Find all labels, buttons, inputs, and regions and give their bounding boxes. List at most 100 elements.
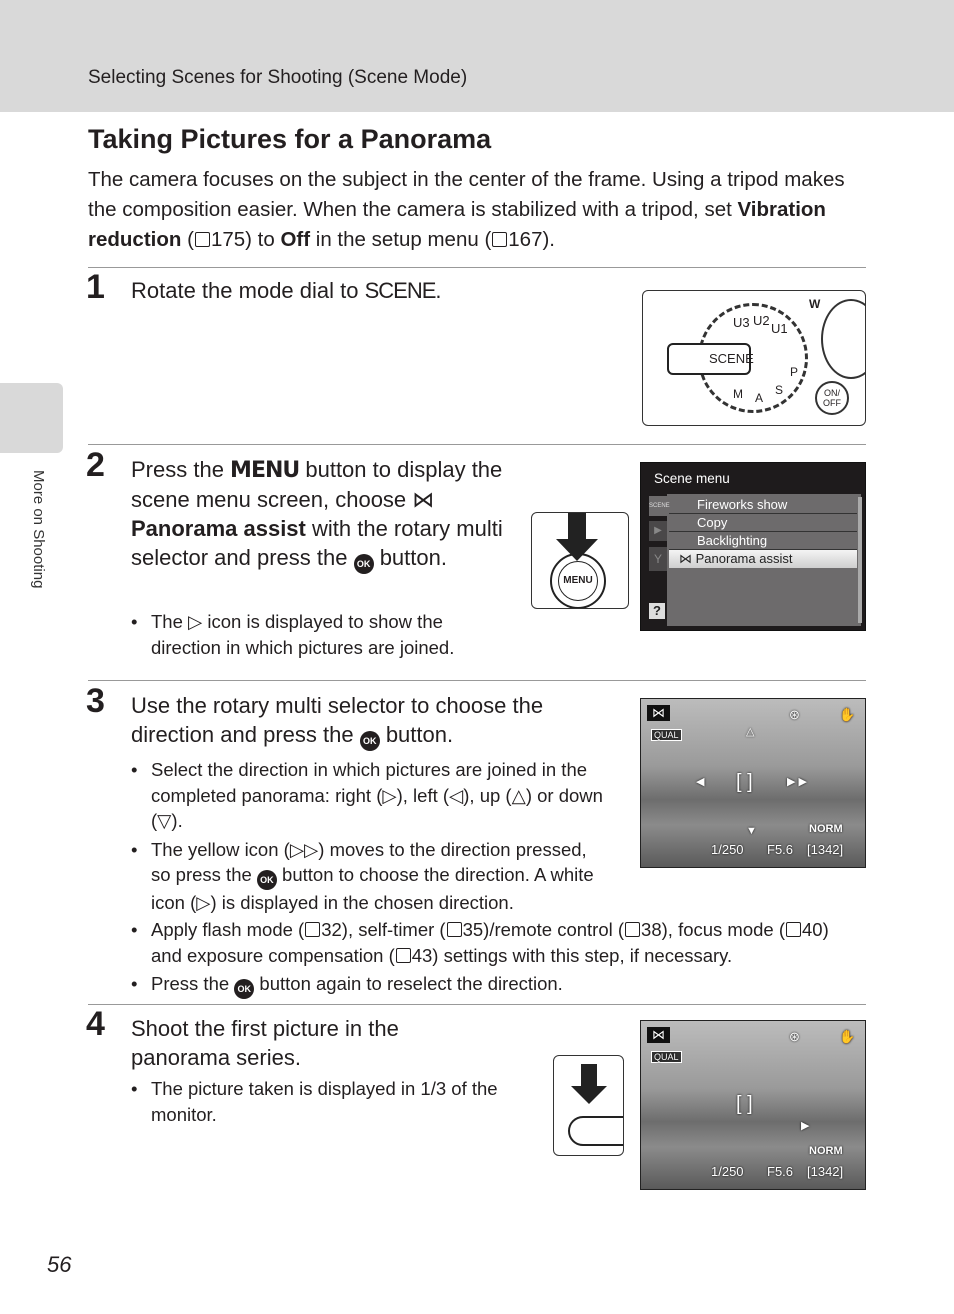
ref-icon [625,922,641,937]
chapter-label: More on Shooting [30,470,47,589]
image-mode-label: NORM [809,1145,843,1157]
menu-item-label: Backlighting [697,533,768,548]
divider [88,1004,866,1005]
bold-term: Off [280,228,311,251]
tri-icon: ▷ [382,784,397,806]
scene-tab-icon[interactable]: SCENE [649,496,670,516]
step-number: 1 [86,268,105,306]
section-title: Selecting Scenes for Shooting (Scene Mod… [88,67,468,88]
setup-tab-icon[interactable]: Y [649,547,667,571]
text: The camera focuses on the subject in the… [88,168,845,221]
mode-dial-illustration: SCENE U3 U2 U1 P S A M W ON/ OFF [642,290,866,426]
text: The [151,611,189,632]
step-number: 2 [86,446,105,484]
step-text: Rotate the mode dial to SCENE. [131,276,442,305]
dial-label: W [809,297,821,311]
chapter-tab [0,383,63,453]
dial-label: U2 [753,313,770,328]
bold-term: Panorama assist [131,516,306,541]
text: button again to reselect the direction. [254,973,563,994]
exposures-remaining: [1342] [807,842,844,857]
ok-icon: OK [353,554,374,574]
dial-label: A [755,391,764,405]
vibration-reduction-icon: ✋ [839,707,856,722]
text: Rotate the mode dial to [131,278,365,303]
ref-icon [492,232,508,247]
arrow-right-icon: ▶ [801,1120,810,1132]
text: ) is displayed in the chosen direction. [210,892,514,913]
tri-icon: △ [511,784,526,806]
text: Shoot the first picture in the panorama … [131,1016,399,1070]
image-quality-icon: QUAL [651,729,682,741]
scene-icon: SCENE [364,278,437,303]
scene-menu-screen: Scene menu SCENE ▶ Y ? Fireworks show Co… [640,462,866,631]
text: 35)/remote control ( [462,919,625,940]
tri-icon: ▷ [196,892,211,913]
step-number: 4 [86,1005,105,1043]
text: 167). [508,228,555,251]
text: ( [181,228,194,251]
menu-item-label: Panorama assist [695,551,793,566]
shutter-speed: 1/250 [711,842,744,857]
running-header: Selecting Scenes for Shooting (Scene Mod… [0,0,954,112]
text: The yellow icon ( [151,838,290,860]
panorama-mode-icon: ⋈ [647,705,670,721]
arrow-down-icon [568,513,586,541]
bullet-item: Apply flash mode (32), self-timer (35)/r… [131,917,831,968]
scene-menu-title: Scene menu [654,471,730,486]
text: button. [373,545,447,570]
text: 175) to [210,228,281,251]
menu-item-fireworks[interactable]: Fireworks show [669,496,857,514]
menu-item-backlighting[interactable]: Backlighting [669,532,857,550]
arrow-left-icon: ◀ [696,776,705,788]
shutter-speed: 1/250 [711,1164,744,1179]
menu-item-copy[interactable]: Copy [669,514,857,532]
bullet-item: The ▷ icon is displayed to show the dire… [131,609,481,660]
pano-icon: ⋈ [412,487,435,512]
text: Use the rotary multi selector to choose … [131,693,544,747]
text: Press the [151,973,235,994]
dial-label: M [733,387,743,401]
ref-icon [395,947,411,963]
panorama-icon: ⋈ [679,551,696,566]
dial-label: P [790,365,799,379]
text: . [435,278,442,303]
focus-brackets: [ ] [736,771,753,793]
step-bullets: Select the direction in which pictures a… [131,757,611,919]
step-bullets: The picture taken is displayed in 1/3 of… [131,1076,521,1130]
text: The picture taken is displayed in 1/3 of… [151,1078,498,1125]
step-number: 3 [86,682,105,720]
step-text: Press the MENU button to display the sce… [131,455,511,574]
arrow-down-icon [581,1064,597,1086]
help-icon[interactable]: ? [649,603,665,619]
flash-icon: ⊛ [789,707,800,722]
arrow-down-icon: ▼ [746,825,757,837]
playback-tab-icon[interactable]: ▶ [649,521,667,541]
ref-icon [194,232,210,247]
intro-paragraph: The camera focuses on the subject in the… [88,165,868,255]
ref-icon [305,922,321,937]
menu-item-label: Fireworks show [697,497,788,512]
step-text: Shoot the first picture in the panorama … [131,1014,461,1072]
menu-button-label: MENU [558,561,598,601]
text: Press the [131,457,231,482]
ref-icon [446,922,462,937]
divider [88,267,866,268]
scrollbar[interactable] [858,497,862,623]
image-mode-label: NORM [809,823,843,835]
menu-item-label: Copy [697,515,728,530]
menu-item-panorama-assist[interactable]: ⋈ Panorama assist [669,550,857,568]
dial-label: U1 [771,321,788,336]
divider [88,680,866,681]
focus-brackets: [ ] [736,1093,753,1115]
flash-icon: ⊛ [789,1029,800,1044]
arrow-up-icon: △ [746,726,755,738]
camera-monitor-preview: ⋈ QUAL ⊛ ✋ [ ] △ ◀ ▶ ▶ ▼ NORM 1/250 F5.6 [1342] [640,698,866,868]
text: Apply flash mode ( [151,919,305,940]
menu-icon: MENU [230,458,300,483]
text: button. [379,722,454,747]
ref-icon [786,922,801,937]
aperture: F5.6 [767,842,794,857]
step-text: Use the rotary multi selector to choose … [131,691,601,751]
ok-icon: OK [359,731,380,751]
